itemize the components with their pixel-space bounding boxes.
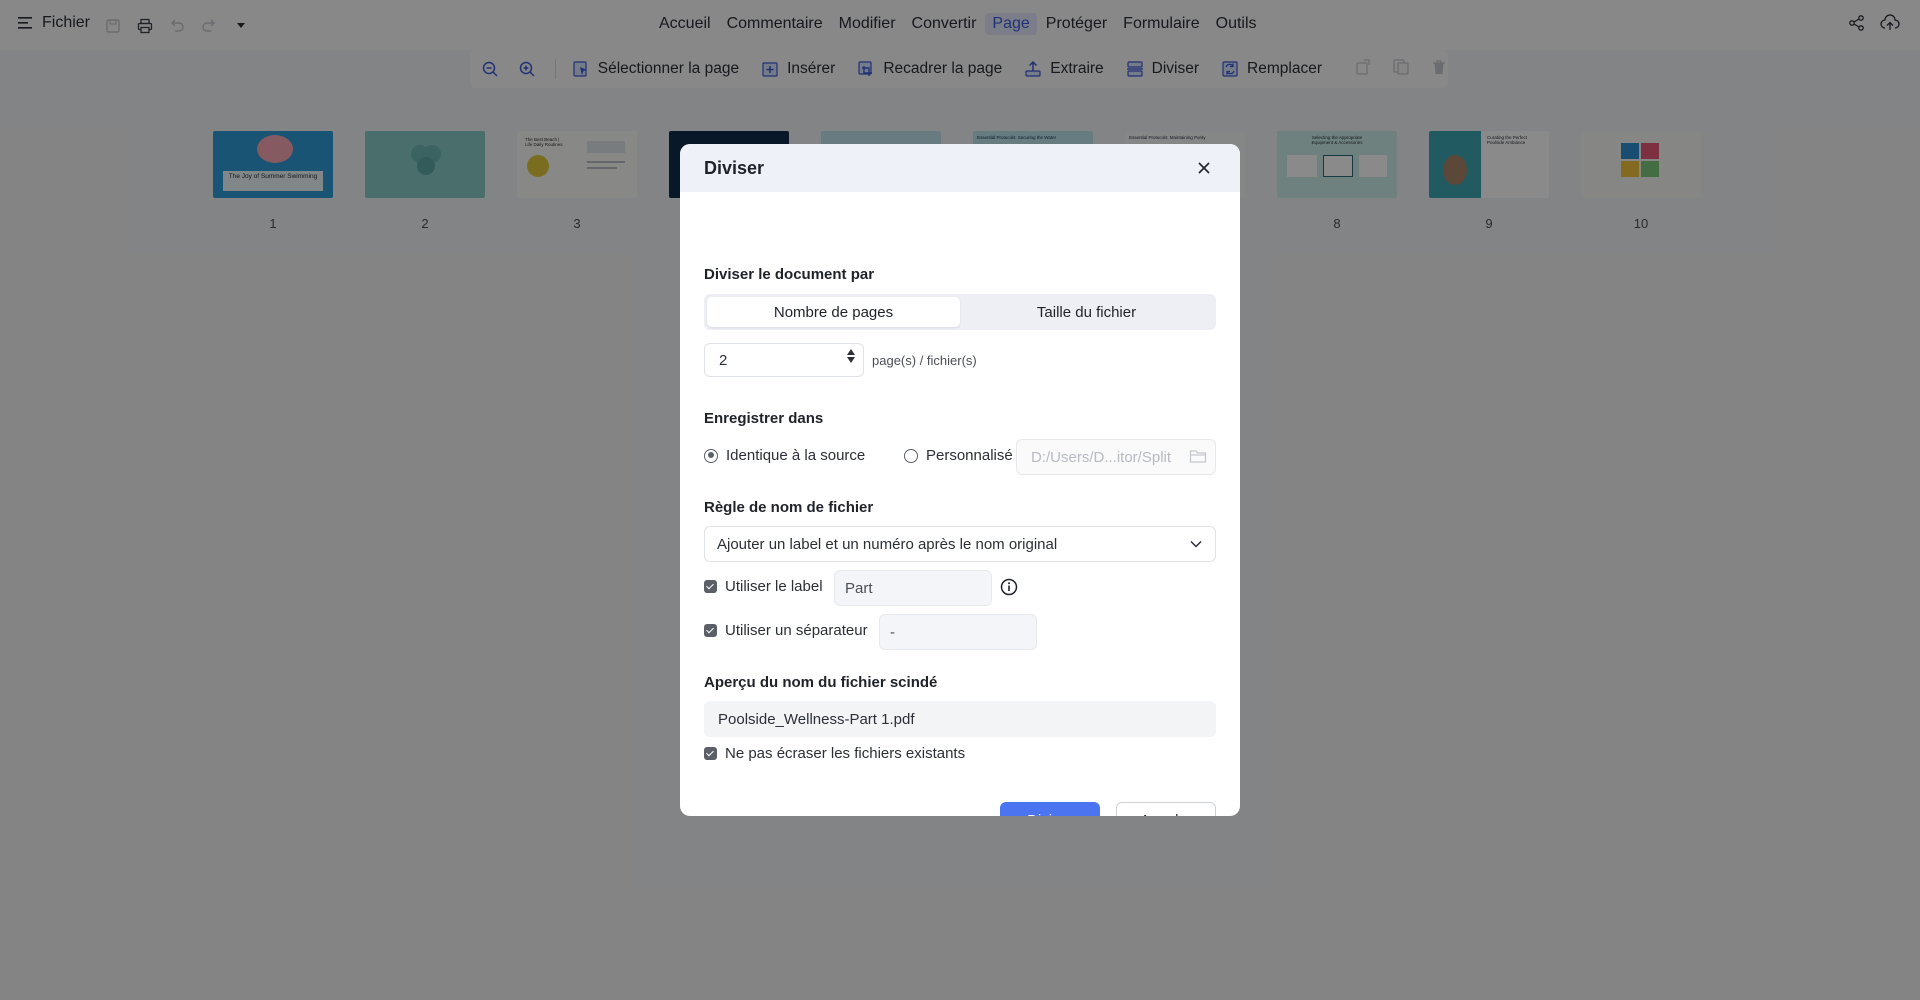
separator-input-value: - xyxy=(890,623,895,641)
cancel-button[interactable]: Annuler xyxy=(1116,802,1216,816)
split-by-heading: Diviser le document par xyxy=(704,266,875,283)
split-by-size-option[interactable]: Taille du fichier xyxy=(960,297,1213,327)
dialog-header: Diviser xyxy=(680,144,1240,192)
decrement-arrow-icon[interactable] xyxy=(847,357,855,363)
no-overwrite-checkbox[interactable] xyxy=(704,747,717,760)
save-same-as-source-label: Identique à la source xyxy=(726,447,866,464)
no-overwrite-text: Ne pas écraser les fichiers existants xyxy=(725,745,966,762)
save-in-heading: Enregistrer dans xyxy=(704,410,824,427)
split-by-pages-option[interactable]: Nombre de pages xyxy=(707,297,960,327)
naming-rule-select[interactable]: Ajouter un label et un numéro après le n… xyxy=(704,526,1216,562)
stepper-arrows xyxy=(847,349,855,363)
use-label-checkbox[interactable] xyxy=(704,580,717,593)
separator-input[interactable]: - xyxy=(879,614,1037,650)
save-custom-radio[interactable]: Personnalisé xyxy=(904,447,1013,464)
custom-path-placeholder: D:/Users/D...itor/Split xyxy=(1031,448,1172,466)
close-icon[interactable] xyxy=(1192,156,1216,180)
naming-rule-heading: Règle de nom de fichier xyxy=(704,499,874,516)
radio-checked-icon xyxy=(704,448,718,463)
use-separator-checkbox-row: Utiliser un séparateur xyxy=(704,622,868,639)
split-dialog: Diviser Diviser le document par Nombre d… xyxy=(680,144,1240,816)
preview-filename-box: Poolside_Wellness-Part 1.pdf xyxy=(704,701,1216,737)
pages-per-file-stepper[interactable]: 2 xyxy=(704,343,864,377)
pages-per-file-value: 2 xyxy=(719,351,728,369)
use-separator-text: Utiliser un séparateur xyxy=(725,622,868,639)
chevron-down-icon xyxy=(1189,537,1203,555)
split-confirm-button[interactable]: Diviser xyxy=(1000,802,1100,816)
pages-per-file-unit: page(s) / fichier(s) xyxy=(872,353,977,368)
custom-path-input[interactable]: D:/Users/D...itor/Split xyxy=(1016,439,1216,475)
label-input[interactable]: Part xyxy=(834,570,992,606)
use-separator-checkbox[interactable] xyxy=(704,624,717,637)
use-label-text: Utiliser le label xyxy=(725,578,823,595)
split-mode-segmented-control: Nombre de pages Taille du fichier xyxy=(704,294,1216,330)
use-label-checkbox-row: Utiliser le label xyxy=(704,578,823,595)
dialog-title: Diviser xyxy=(704,157,765,178)
folder-icon[interactable] xyxy=(1189,448,1207,468)
no-overwrite-checkbox-row: Ne pas écraser les fichiers existants xyxy=(704,745,965,762)
info-icon[interactable] xyxy=(1000,578,1018,596)
label-input-value: Part xyxy=(845,579,873,597)
naming-rule-value: Ajouter un label et un numéro après le n… xyxy=(717,535,1058,553)
save-same-as-source-radio[interactable]: Identique à la source xyxy=(704,447,865,464)
radio-unchecked-icon xyxy=(904,448,918,463)
save-custom-label: Personnalisé xyxy=(926,447,1013,464)
preview-filename: Poolside_Wellness-Part 1.pdf xyxy=(718,710,915,728)
preview-heading: Aperçu du nom du fichier scindé xyxy=(704,674,938,691)
increment-arrow-icon[interactable] xyxy=(847,349,855,355)
